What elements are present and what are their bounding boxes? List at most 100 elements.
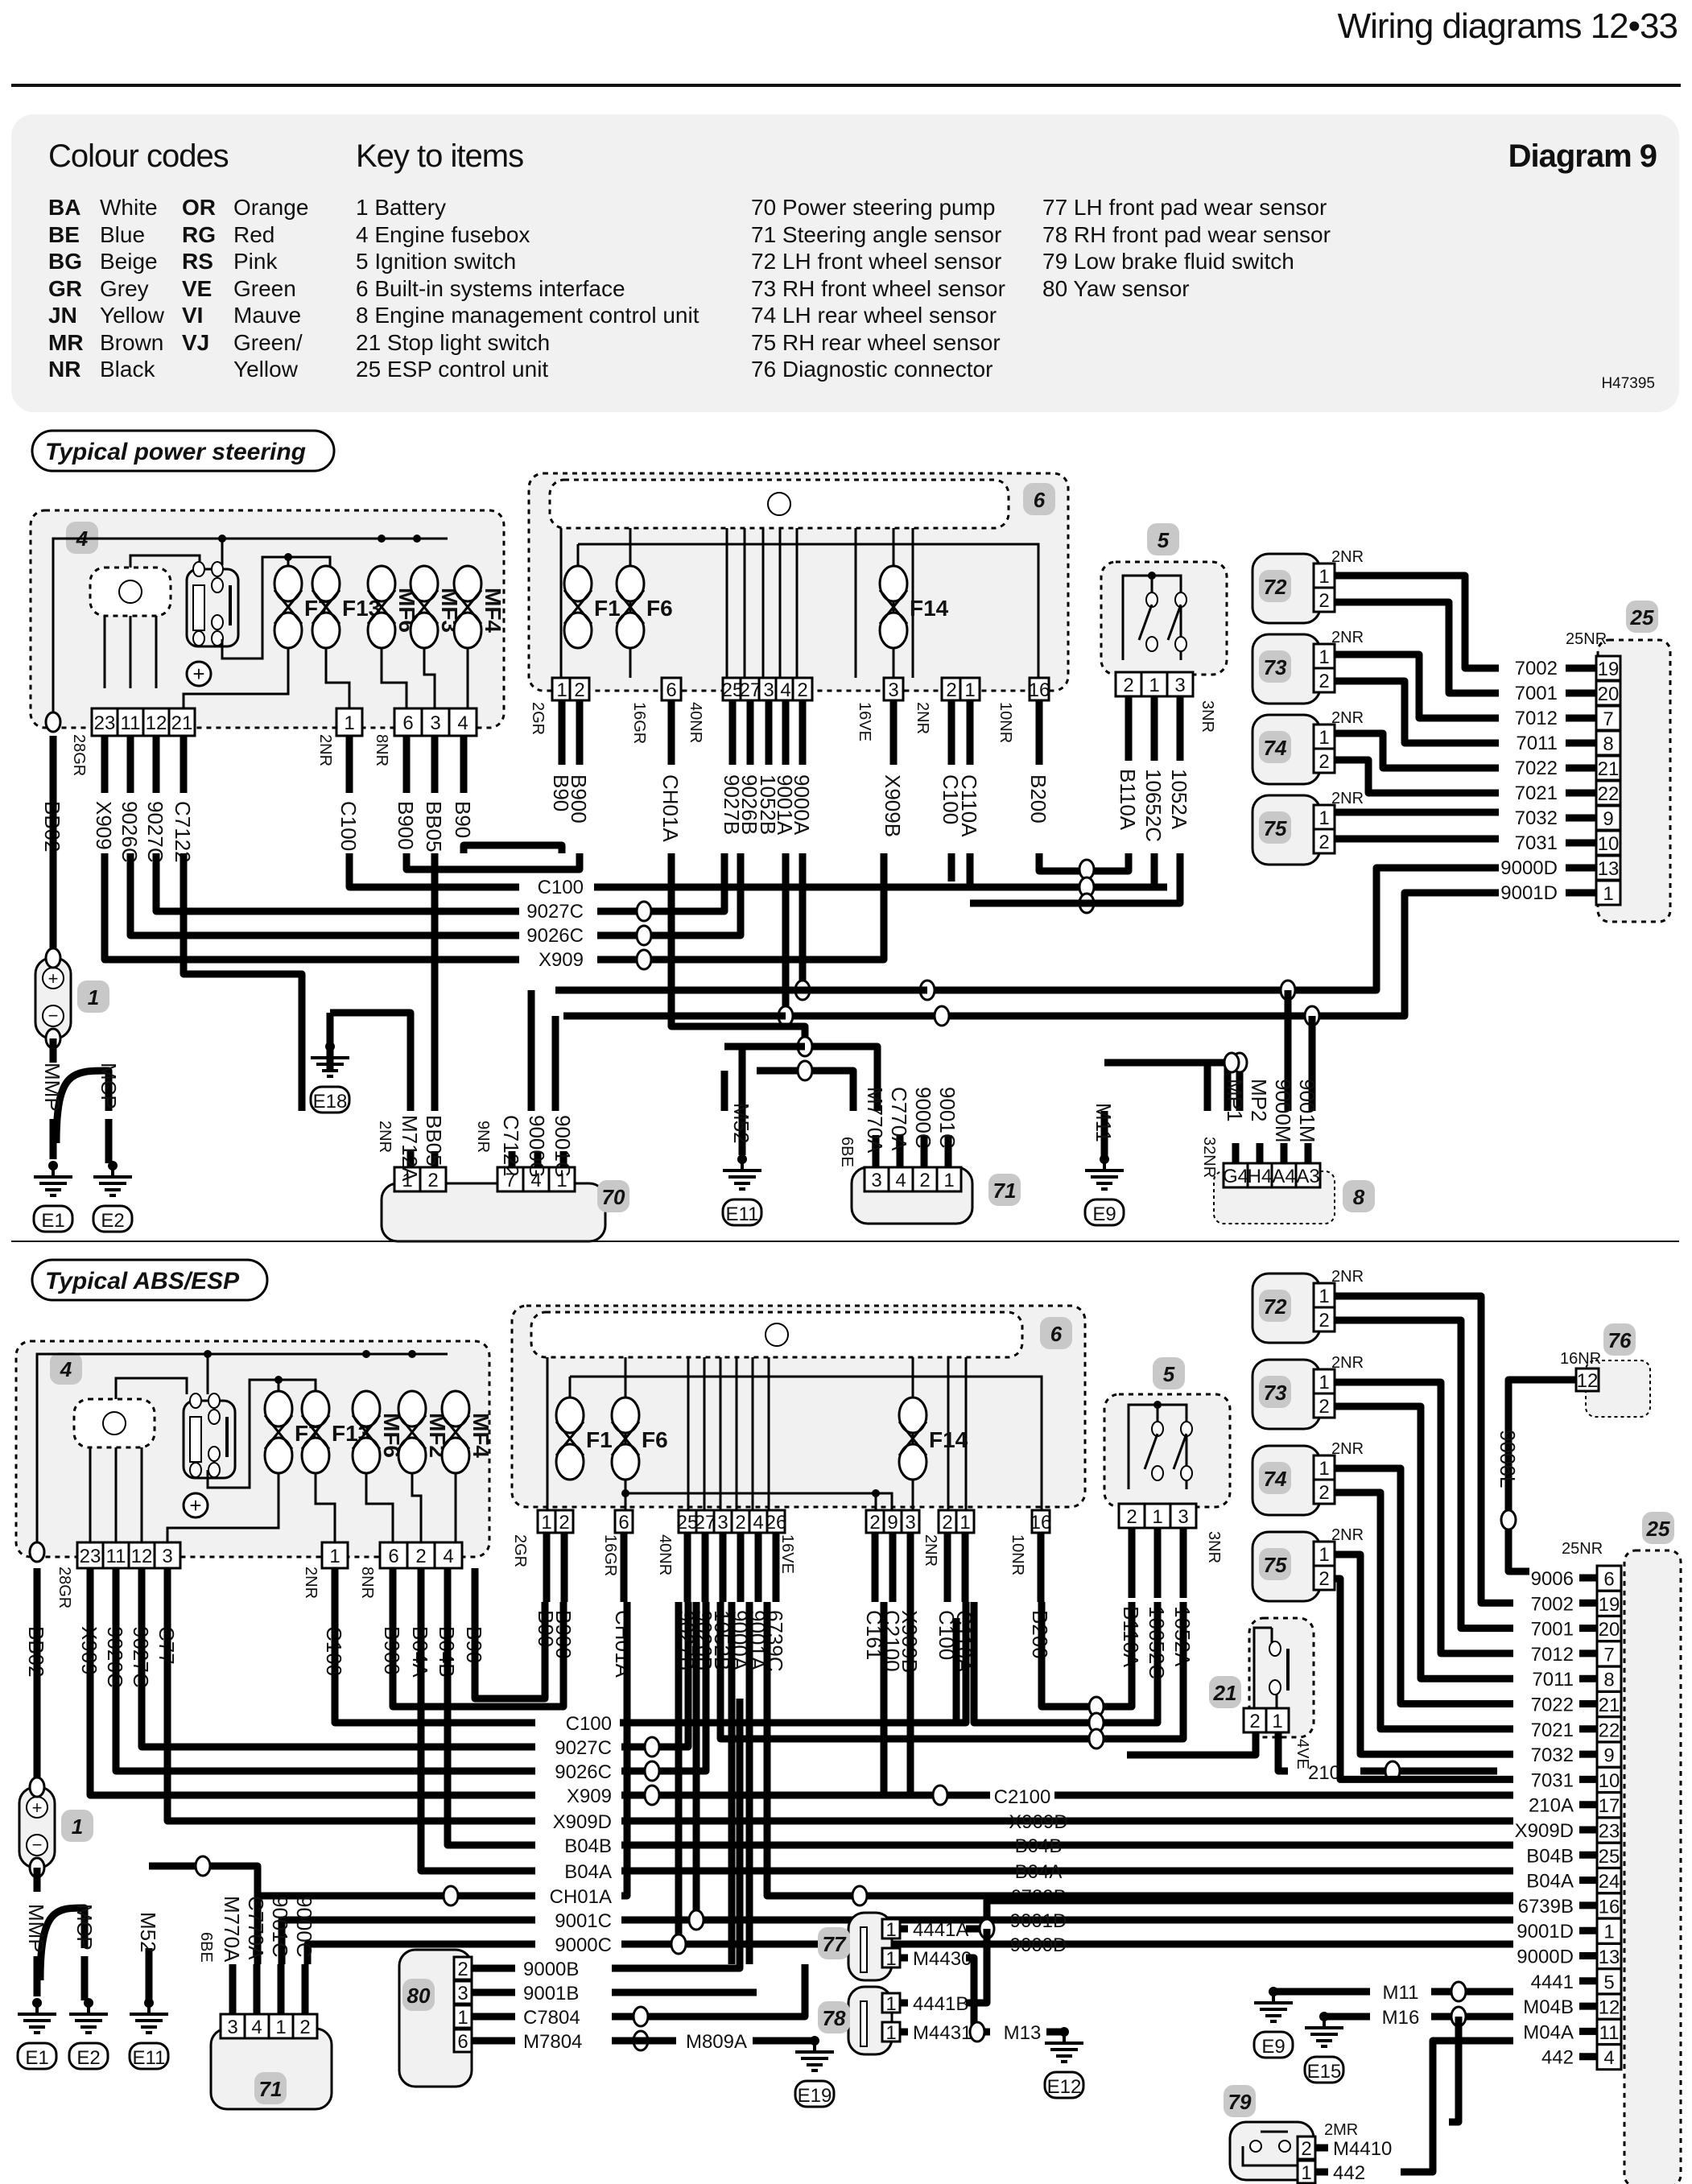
pin-number: 2 [946, 679, 956, 701]
wire-label: 3NR [1199, 700, 1216, 733]
pin-number: 3 [763, 679, 774, 701]
pin-number: 24 [1599, 1871, 1620, 1893]
component-number: 75 [1264, 816, 1287, 840]
wire-label: 10NR [1009, 1534, 1026, 1575]
wire-label: 2NR [302, 1567, 320, 1599]
pin-number: 2 [1319, 671, 1329, 692]
wire-label: B900 [394, 801, 418, 850]
wire-label: 10NR [997, 702, 1014, 743]
wire [555, 986, 927, 1020]
pin-number: 1 [1319, 1372, 1329, 1393]
wire-label: 9001C [935, 1087, 959, 1149]
wire-label: 2NR [914, 702, 931, 734]
pin-number: 26 [766, 1512, 787, 1534]
pin-number: 4 [443, 1546, 453, 1567]
earth-label: E2 [76, 2047, 100, 2069]
plus-icon: + [189, 1493, 201, 1517]
splice-icon [851, 1885, 869, 1907]
wire-label: 32NR [1200, 1137, 1218, 1178]
splice-icon [643, 1736, 661, 1758]
wire-label: 16VE [778, 1534, 796, 1574]
wire-label: 4441 [1531, 1971, 1574, 1993]
relay-contact-icon [208, 1462, 221, 1478]
wire-label: 7022 [1531, 1695, 1574, 1716]
wire-label: B04B [1526, 1845, 1574, 1867]
pin-number: 21 [1599, 1695, 1620, 1716]
pin-number: 4 [251, 2017, 262, 2038]
earth-label: E9 [1261, 2036, 1285, 2058]
wire-label: 6739B [1518, 1896, 1574, 1918]
wire-label: M11 [1092, 1103, 1116, 1142]
earth-label: E9 [1092, 1203, 1116, 1225]
component-number: 77 [823, 1932, 847, 1956]
connector-code: 16NR [1560, 1350, 1601, 1368]
wire-label: BB05 [422, 801, 446, 853]
pin-number: 6 [457, 2031, 468, 2053]
pin-number: 2 [735, 1512, 745, 1534]
component-number: 70 [602, 1185, 625, 1209]
wire-label: B04A [564, 1861, 612, 1883]
wire-label: M712A [398, 1115, 422, 1182]
splice-icon [635, 924, 653, 947]
junction-dot [1153, 1401, 1162, 1409]
wire-label: M770A [863, 1087, 887, 1154]
connector-code: 2NR [1331, 1268, 1364, 1286]
pin-number: 1 [556, 679, 567, 701]
pin-number: 6 [388, 1546, 398, 1567]
component-number: 8 [1353, 1185, 1365, 1209]
relay-coil-icon [192, 584, 205, 631]
pin-number: 3 [227, 2017, 237, 2038]
pin-number: 1 [885, 2022, 896, 2044]
wire-label: MMP [24, 1904, 48, 1953]
pin-number: 2 [1123, 675, 1133, 696]
pin-number: 12 [1577, 1370, 1599, 1392]
electronic-module-icon [102, 1411, 126, 1435]
wire-label: 9001B [523, 1983, 579, 2004]
wire [303, 1940, 1513, 1964]
wire-label: 16GR [630, 702, 648, 744]
wire-label: 9000D [1517, 1947, 1574, 1968]
wire-label: 28GR [70, 734, 88, 776]
splice-icon [670, 1933, 687, 1955]
wire-label: 9000B [523, 1959, 579, 1980]
pin-number: 2 [942, 1512, 952, 1534]
wire-label: MCP [72, 1904, 97, 1951]
pin-number: 12 [146, 712, 167, 734]
wire-label: M52 [729, 1103, 753, 1144]
wire-label: M7804 [523, 2031, 582, 2053]
pin-number: 17 [1599, 1795, 1620, 1817]
component-number: 25 [1646, 1517, 1670, 1541]
wire-label: B200 [1026, 774, 1050, 824]
pin-number: 25 [1599, 1846, 1620, 1868]
wire-label: 2NR [376, 1121, 394, 1153]
pin-number: 1 [1301, 2162, 1311, 2184]
pin-number: 20 [1598, 683, 1620, 705]
wire-label: 7032 [1515, 807, 1558, 829]
splice-icon [44, 947, 62, 969]
wire-label: 9001C [555, 1910, 612, 1932]
wire-label: M04A [1523, 2021, 1574, 2043]
pin-number: 1 [1319, 1286, 1329, 1307]
pin-number: 3 [888, 679, 898, 701]
component-number: 5 [1163, 1362, 1175, 1386]
component-number: 1 [88, 985, 99, 1009]
pin-number: 1 [1319, 1544, 1329, 1566]
splice-icon [643, 1760, 661, 1782]
component-outline [1100, 560, 1228, 676]
pin-number: 4 [780, 679, 790, 701]
connector-code: 2NR [1331, 629, 1364, 646]
component-number: 71 [259, 2077, 283, 2101]
splice-icon [643, 1784, 661, 1806]
splice-icon [635, 900, 653, 923]
wire [152, 853, 519, 915]
junction-dot [378, 535, 386, 543]
pin-number: A3 [1296, 1166, 1319, 1187]
pin-number: 2 [1319, 1482, 1329, 1504]
pin-number: 3 [430, 712, 440, 734]
pin-number: 16 [1599, 1896, 1620, 1918]
electronic-module-icon [118, 580, 142, 604]
wire-label: 16GR [601, 1534, 619, 1576]
wire-label: 7011 [1516, 733, 1558, 754]
relay-contact-icon [189, 1393, 202, 1409]
wire-label: 9000C [555, 1934, 612, 1956]
